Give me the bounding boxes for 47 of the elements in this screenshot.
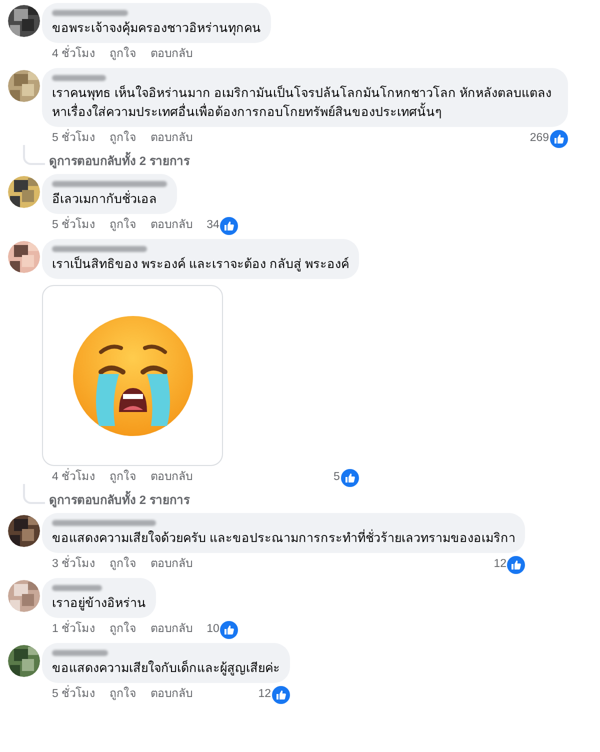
comment-text: ขอแสดงความเสียใจกับเด็กและผู้สูญเสียค่ะ xyxy=(52,659,280,678)
reaction-count: 10 xyxy=(206,622,220,638)
comment-time[interactable]: 4 ชั่วโมง xyxy=(52,46,96,64)
like-link[interactable]: ถูกใจ xyxy=(110,686,137,704)
comment-time[interactable]: 5 ชั่วโมง xyxy=(52,217,96,235)
view-replies-link[interactable]: ดูการตอบกลับทั้ง 2 รายการ xyxy=(49,490,190,510)
reply-link[interactable]: ตอบกลับ xyxy=(150,556,193,574)
comment-text: ขอแสดงความเสียใจด้วยครับ และขอประณามการกระทำที่ชั่วร้ายเลวทรามของอเมริกา xyxy=(52,529,516,547)
like-icon xyxy=(220,621,238,639)
like-icon xyxy=(220,217,238,235)
like-link[interactable]: ถูกใจ xyxy=(110,130,137,148)
reaction-count: 34 xyxy=(206,218,220,234)
comment-time[interactable]: 4 ชั่วโมง xyxy=(52,469,96,487)
blurred-name xyxy=(52,585,102,591)
like-link[interactable]: ถูกใจ xyxy=(110,621,137,639)
comment-time[interactable]: 5 ชั่วโมง xyxy=(52,130,96,148)
comment-text: ขอพระเจ้าจงคุ้มครองชาวอิหร่านทุกคน xyxy=(52,20,261,38)
comment-text: เราคนพุทธ เห็นใจอิหร่านมาก อเมริกามันเป็นโจรปล้นโลกมันโกหกชาวโลก หักหลังตลบแตลง หาเรื่องใส่ความประเทศอื่นเพื่อต้องการกอบโกยทรัพย์สินของประเทศนั้นๆ xyxy=(52,84,552,121)
reply-link[interactable]: ตอบกลับ xyxy=(150,46,193,64)
like-link[interactable]: ถูกใจ xyxy=(110,469,137,487)
reply-link[interactable]: ตอบกลับ xyxy=(150,469,193,487)
reply-link[interactable]: ตอบกลับ xyxy=(150,130,193,148)
thread-line xyxy=(23,145,45,165)
like-icon xyxy=(272,686,290,704)
blurred-name xyxy=(52,650,108,656)
like-icon xyxy=(507,556,526,574)
reaction-count: 12 xyxy=(258,687,271,702)
comment-time[interactable]: 1 ชั่วโมง xyxy=(52,621,96,639)
like-link[interactable]: ถูกใจ xyxy=(110,217,137,235)
view-replies-link[interactable]: ดูการตอบกลับทั้ง 2 รายการ xyxy=(49,151,190,171)
reply-link[interactable]: ตอบกลับ xyxy=(150,621,193,639)
comment-text: เราอยู่ข้างอิหร่าน xyxy=(52,595,146,612)
comment-text: เราเป็นสิทธิของ พระองค์ และเราจะต้อง กลับสู่ พระองค์ xyxy=(52,255,349,274)
reply-link[interactable]: ตอบกลับ xyxy=(150,217,193,235)
like-icon xyxy=(550,130,568,148)
comment-time[interactable]: 3 ชั่วโมง xyxy=(52,556,96,574)
comment-text: อีเลวเมกากับชั่วเอล xyxy=(52,190,158,208)
reaction-count: 12 xyxy=(494,557,506,572)
like-link[interactable]: ถูกใจ xyxy=(110,556,137,574)
reply-link[interactable]: ตอบกลับ xyxy=(150,686,193,704)
like-icon xyxy=(340,469,359,487)
like-link[interactable]: ถูกใจ xyxy=(110,46,137,64)
reaction-count: 5 xyxy=(334,470,340,486)
reaction-count: 269 xyxy=(530,131,549,146)
blurred-name xyxy=(52,75,106,81)
comment-time[interactable]: 5 ชั่วโมง xyxy=(52,686,96,704)
thread-line xyxy=(23,484,45,504)
